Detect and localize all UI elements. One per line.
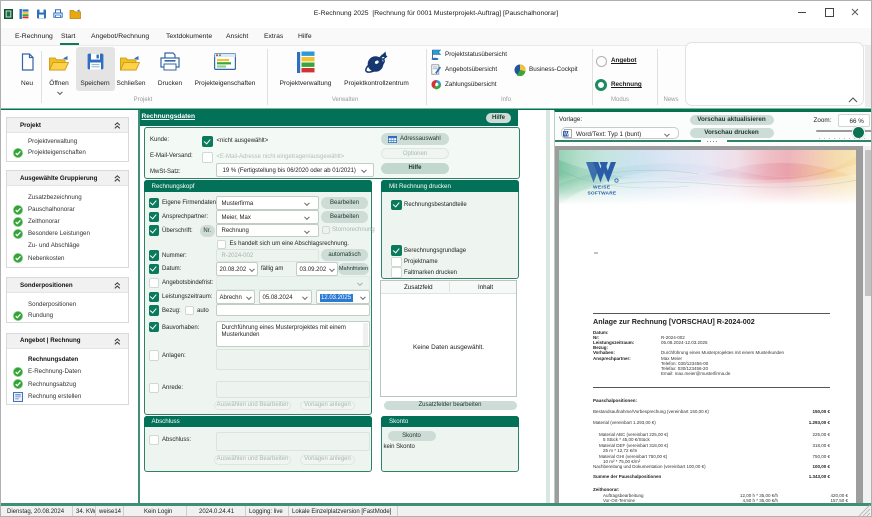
svg-text:SOFTWARE: SOFTWARE bbox=[588, 191, 617, 197]
svg-text:WEISE: WEISE bbox=[593, 185, 611, 191]
svg-text:W: W bbox=[563, 131, 569, 137]
